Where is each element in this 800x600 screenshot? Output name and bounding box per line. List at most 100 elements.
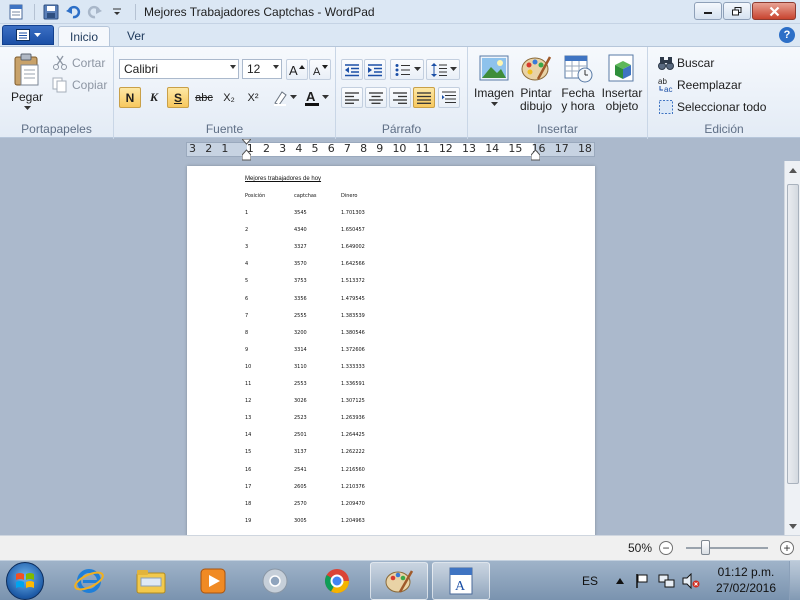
taskbar-file-explorer[interactable] [122, 562, 180, 600]
paragraph-settings-button[interactable] [438, 87, 460, 108]
paint-drawing-button[interactable]: Pintar dibujo [517, 53, 555, 113]
status-bar: 50% − + [0, 535, 800, 560]
window-title: Mejores Trabajadores Captchas - WordPad [144, 4, 375, 19]
insert-object-button[interactable]: Insertar objeto [600, 53, 644, 113]
tab-ver[interactable]: Ver [116, 26, 156, 46]
document-canvas[interactable]: Mejores trabajadores de hoy Posición cap… [0, 161, 784, 535]
ruler-number: 3 [189, 142, 196, 155]
bold-button[interactable]: N [119, 87, 141, 108]
font-color-button[interactable]: A [300, 87, 330, 108]
volume-tray-icon[interactable] [682, 561, 700, 600]
cell-captchas: 2570 [294, 500, 307, 507]
flag-icon [636, 574, 648, 588]
network-tray-icon[interactable] [658, 561, 676, 600]
shrink-font-icon: A [313, 64, 328, 77]
underline-button[interactable]: S [167, 87, 189, 108]
bullets-button[interactable] [390, 59, 424, 80]
document-page[interactable]: Mejores trabajadores de hoy Posición cap… [187, 166, 595, 535]
ruler-number: 14 [485, 142, 500, 155]
maximize-button[interactable] [723, 2, 751, 20]
ruler-number: 8 [360, 142, 368, 155]
redo-icon[interactable] [85, 2, 105, 22]
minimize-button[interactable] [694, 2, 722, 20]
close-button[interactable] [752, 2, 796, 20]
font-family-select[interactable]: Calibri [119, 59, 239, 79]
show-hidden-icons[interactable] [616, 561, 624, 600]
scroll-up-button[interactable] [785, 162, 800, 178]
scroll-thumb[interactable] [787, 184, 799, 484]
cell-posicion: 19 [245, 517, 252, 524]
taskbar-chrome[interactable] [308, 562, 366, 600]
taskbar-chrome-inactive[interactable] [246, 562, 304, 600]
line-spacing-icon [431, 62, 447, 77]
chevron-down-icon [414, 67, 421, 71]
ruler[interactable]: 3 2 1 1 2 3 4 5 6 7 8 9 10 11 12 13 14 15 16 17 18 [186, 139, 595, 161]
copy-label: Copiar [72, 78, 108, 92]
ruler-number: 6 [327, 142, 335, 155]
strikethrough-button[interactable]: abc [191, 87, 217, 108]
start-button[interactable] [6, 562, 44, 600]
taskbar-internet-explorer[interactable] [60, 562, 118, 600]
superscript-button[interactable]: X² [242, 87, 264, 108]
justify-button[interactable] [413, 87, 435, 108]
highlight-color-button[interactable] [268, 87, 298, 108]
align-center-button[interactable] [365, 87, 387, 108]
date-time-button[interactable]: Fecha y hora [558, 53, 598, 113]
app-menu-button[interactable] [2, 25, 54, 45]
window-controls [694, 2, 796, 20]
grow-font-button[interactable]: A [286, 59, 308, 80]
zoom-slider-track[interactable] [686, 547, 768, 549]
language-indicator[interactable]: ES [582, 561, 598, 600]
subscript-button[interactable]: X₂ [218, 87, 240, 108]
decrease-indent-button[interactable] [341, 59, 363, 80]
group-label-portapapeles: Portapapeles [21, 122, 92, 136]
cut-button[interactable]: Cortar [52, 53, 105, 73]
wordpad-app-icon[interactable] [6, 2, 26, 22]
replace-button[interactable]: ab ac Reemplazar [658, 75, 742, 95]
insert-image-button[interactable]: Imagen [474, 53, 514, 107]
cell-posicion: 3 [245, 244, 249, 251]
taskbar-media-player[interactable] [184, 562, 242, 600]
date-time-label-2: y hora [561, 99, 595, 113]
cell-dinero: 1.642566 [341, 261, 365, 268]
ruler-number: 13 [462, 142, 476, 155]
customize-qat-icon[interactable] [107, 2, 127, 22]
copy-button[interactable]: Copiar [52, 75, 107, 95]
zoom-out-button[interactable]: − [659, 541, 673, 555]
svg-text:A: A [313, 66, 321, 77]
shrink-font-button[interactable]: A [309, 59, 331, 80]
save-icon[interactable] [41, 2, 61, 22]
cell-posicion: 15 [245, 449, 252, 456]
align-center-icon [369, 91, 383, 104]
left-indent-marker[interactable] [242, 139, 251, 161]
vertical-scrollbar[interactable] [784, 161, 800, 535]
help-icon[interactable]: ? [779, 27, 795, 43]
select-all-button[interactable]: Seleccionar todo [658, 97, 766, 117]
undo-icon[interactable] [63, 2, 83, 22]
zoom-in-button[interactable]: + [780, 541, 794, 555]
italic-button[interactable]: K [143, 87, 165, 108]
ruler-number: 5 [311, 142, 319, 155]
zoom-slider-thumb[interactable] [701, 540, 711, 555]
show-desktop-button[interactable] [789, 561, 800, 600]
cell-captchas: 2523 [294, 415, 307, 422]
paste-button[interactable]: Pegar [8, 53, 46, 111]
taskbar-paint[interactable] [370, 562, 428, 600]
align-right-button[interactable] [389, 87, 411, 108]
tab-inicio[interactable]: Inicio [58, 26, 110, 46]
taskbar-clock[interactable]: 01:12 p.m. 27/02/2016 [708, 564, 784, 596]
cell-dinero: 1.263936 [341, 415, 365, 422]
cell-posicion: 18 [245, 500, 252, 507]
find-button[interactable]: Buscar [658, 53, 714, 73]
network-icon [658, 574, 675, 588]
line-spacing-button[interactable] [426, 59, 460, 80]
scroll-down-button[interactable] [785, 518, 800, 534]
cell-posicion: 9 [245, 346, 249, 353]
align-left-button[interactable] [341, 87, 363, 108]
chevron-down-icon [290, 95, 297, 99]
taskbar-wordpad[interactable]: A [432, 562, 490, 600]
action-center-tray-icon[interactable] [634, 561, 650, 600]
font-size-select[interactable]: 12 [242, 59, 282, 79]
cell-dinero: 1.649002 [341, 244, 365, 251]
increase-indent-button[interactable] [364, 59, 386, 80]
